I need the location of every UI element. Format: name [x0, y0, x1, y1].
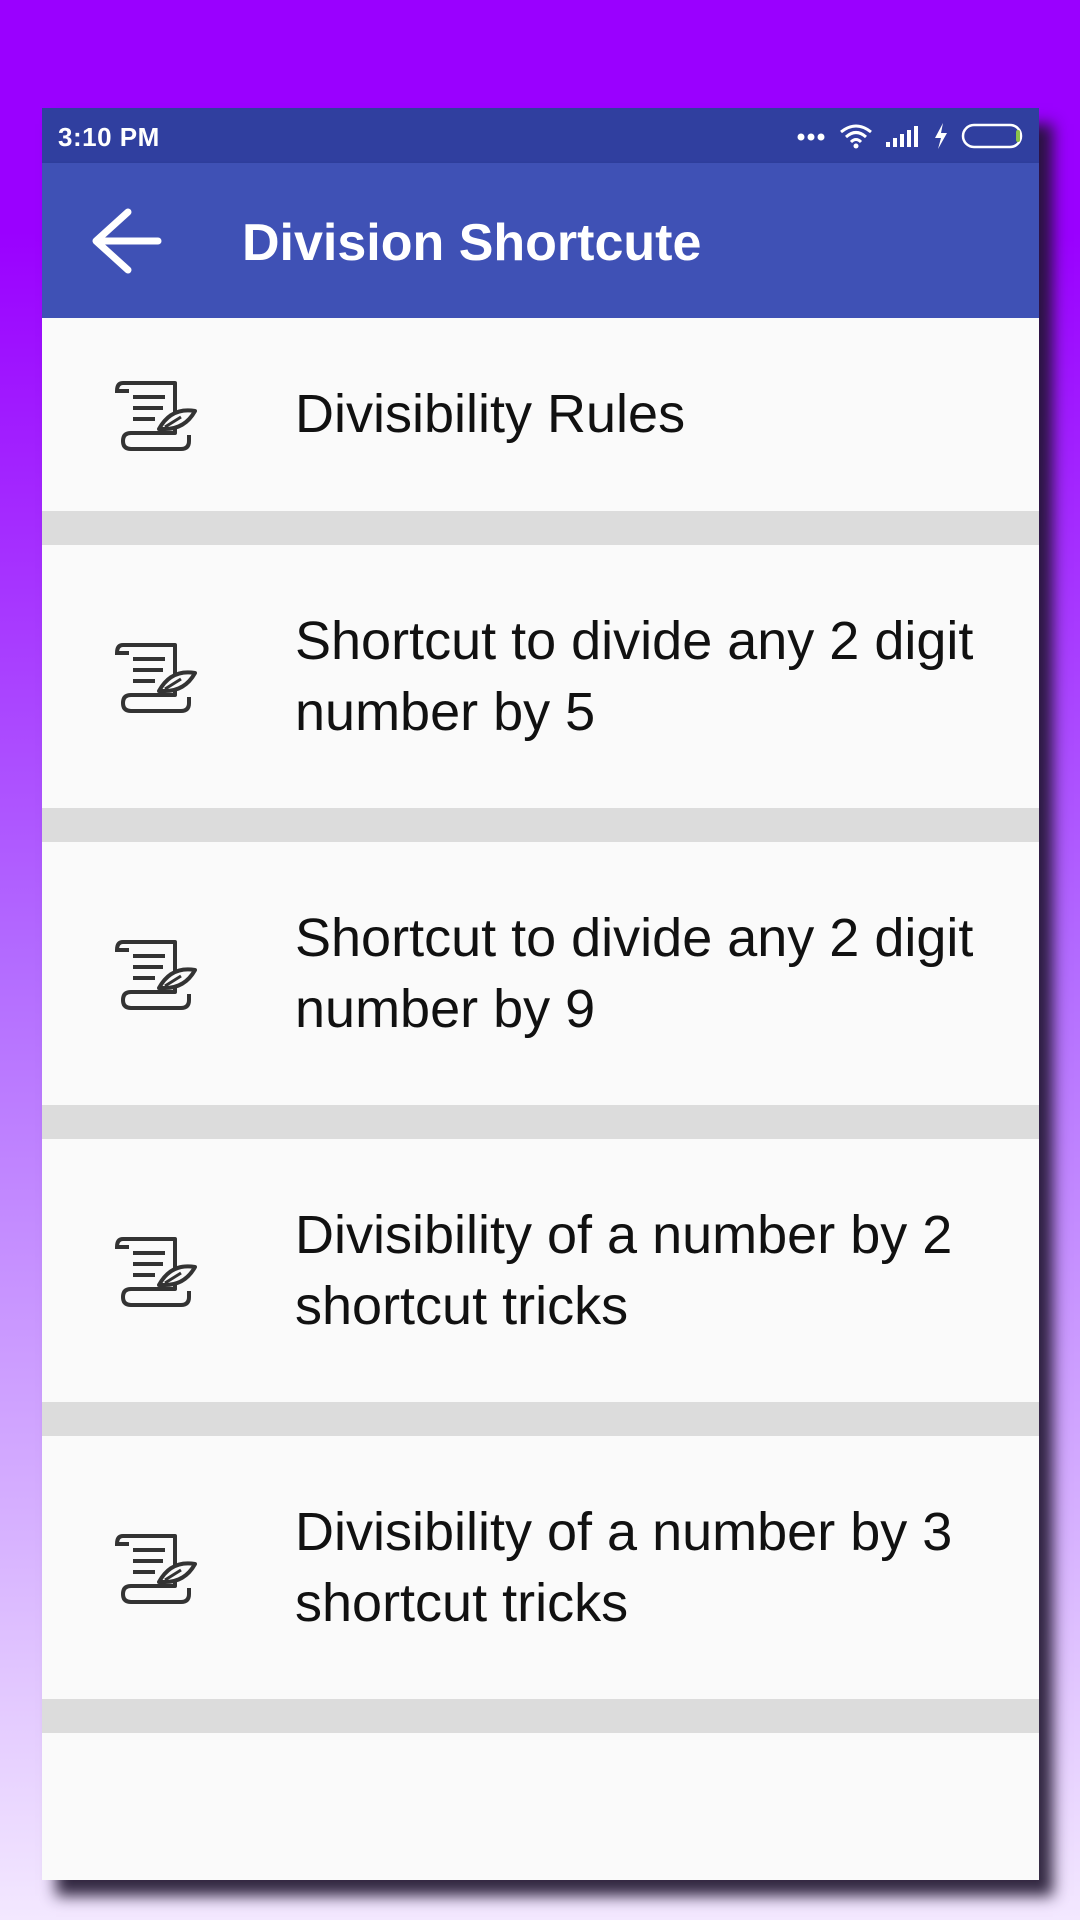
list-item[interactable]: Shortcut to divide any 2 digit number by…: [42, 842, 1039, 1105]
list-item-label: Shortcut to divide any 2 digit number by…: [295, 907, 974, 1039]
scroll-document-icon: [114, 377, 197, 453]
status-icons: [797, 120, 1027, 152]
arrow-back-icon: [90, 208, 162, 279]
topic-list: Divisibility Rules Shortcut to divide an…: [42, 318, 1039, 1733]
list-item[interactable]: Divisibility of a number by 2 shortcut t…: [42, 1139, 1039, 1402]
page-title: Division Shortcute: [242, 214, 702, 272]
list-item-label: Shortcut to divide any 2 digit number by…: [295, 610, 974, 742]
list-item[interactable]: Divisibility of a number by 3 shortcut t…: [42, 1436, 1039, 1699]
back-button[interactable]: [86, 203, 166, 283]
list-item-label: Divisibility Rules: [295, 384, 686, 444]
charging-icon: [933, 122, 949, 150]
scroll-document-icon: [114, 1530, 197, 1606]
divider: [42, 1699, 1039, 1733]
list-item-label: Divisibility of a number by 2 shortcut t…: [295, 1204, 953, 1336]
wifi-icon: [839, 123, 873, 149]
divider: [42, 808, 1039, 842]
phone-screen: 3:10 PM Division Shortcute Divisibility …: [42, 108, 1039, 1880]
status-bar: 3:10 PM: [42, 108, 1039, 163]
divider: [42, 1402, 1039, 1436]
list-item[interactable]: Divisibility Rules: [42, 318, 1039, 511]
list-item-label: Divisibility of a number by 3 shortcut t…: [295, 1501, 953, 1633]
signal-icon: [885, 124, 921, 148]
status-time: 3:10 PM: [58, 122, 160, 152]
battery-icon: [961, 122, 1027, 150]
scroll-document-icon: [114, 639, 197, 715]
scroll-document-icon: [114, 1233, 197, 1309]
app-bar: Division Shortcute: [42, 163, 1039, 318]
divider: [42, 1105, 1039, 1139]
scroll-document-icon: [114, 936, 197, 1012]
more-dots-icon: [797, 131, 827, 141]
list-item[interactable]: Shortcut to divide any 2 digit number by…: [42, 545, 1039, 808]
divider: [42, 511, 1039, 545]
